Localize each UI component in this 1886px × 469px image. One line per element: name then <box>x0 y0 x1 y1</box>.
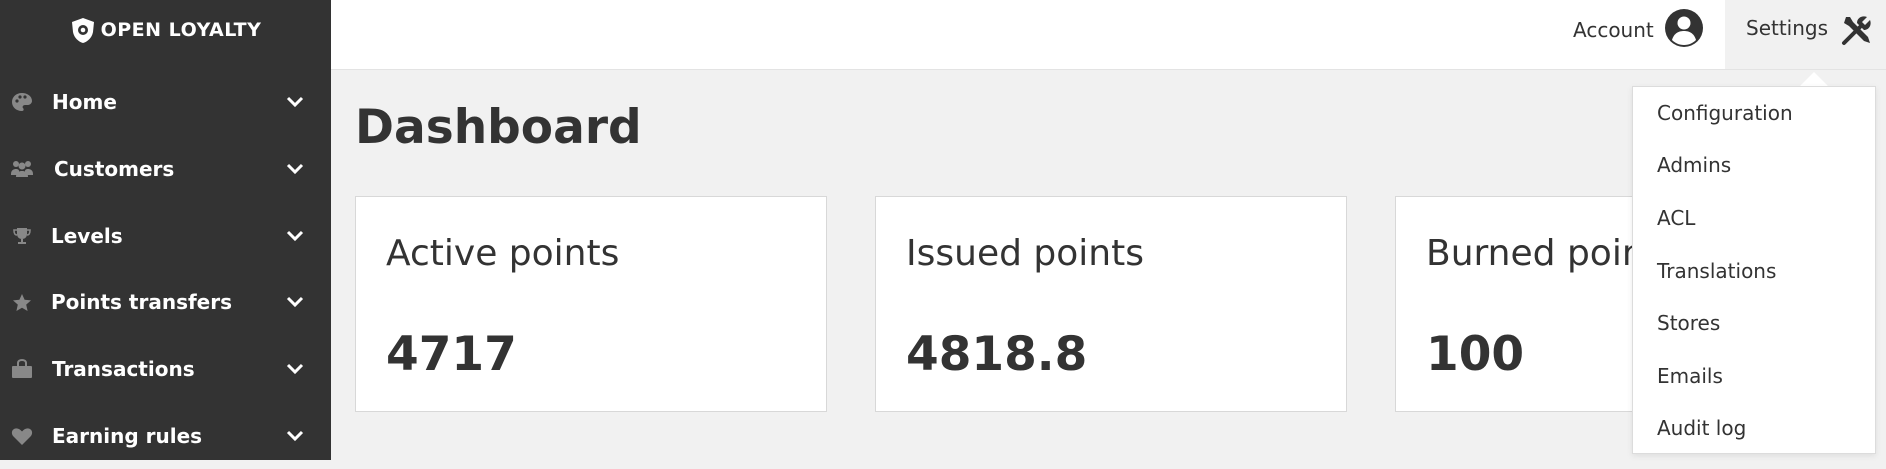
shield-logo-icon <box>70 16 96 44</box>
card-title: Issued points <box>906 233 1144 274</box>
account-label: Account <box>1573 17 1654 42</box>
menu-item-audit-log[interactable]: Audit log <box>1657 416 1746 440</box>
chevron-down-icon[interactable] <box>284 291 306 313</box>
sidebar-item-label: Transactions <box>52 357 195 381</box>
card-value: 4717 <box>386 327 517 382</box>
sidebar-item-earning-rules[interactable]: Earning rules <box>0 403 331 469</box>
sidebar-item-points-transfers[interactable]: Points transfers <box>0 269 331 335</box>
menu-item-emails[interactable]: Emails <box>1657 364 1723 388</box>
stat-card-active-points: Active points 4717 <box>355 196 827 412</box>
brand-logo[interactable]: OPEN LOYALTY <box>0 12 331 48</box>
sidebar-item-label: Earning rules <box>52 424 203 448</box>
chevron-down-icon[interactable] <box>284 225 306 247</box>
sidebar: OPEN LOYALTY Home Customers Levels Point… <box>0 0 331 460</box>
page-title: Dashboard <box>355 100 642 155</box>
card-title: Active points <box>386 233 620 274</box>
user-circle-icon[interactable] <box>1664 8 1704 48</box>
star-icon <box>10 290 34 314</box>
settings-label: Settings <box>1746 16 1829 40</box>
menu-item-stores[interactable]: Stores <box>1657 311 1720 335</box>
heart-icon <box>10 424 34 448</box>
stat-card-issued-points: Issued points 4818.8 <box>875 196 1347 412</box>
menu-item-configuration[interactable]: Configuration <box>1657 101 1793 125</box>
sidebar-item-transactions[interactable]: Transactions <box>0 336 331 402</box>
sidebar-item-label: Levels <box>51 224 123 248</box>
sidebar-item-label: Customers <box>54 157 175 181</box>
trophy-icon <box>10 224 34 248</box>
card-value: 4818.8 <box>906 327 1088 382</box>
chevron-down-icon[interactable] <box>284 425 306 447</box>
chevron-down-icon[interactable] <box>284 158 306 180</box>
chevron-down-icon[interactable] <box>284 358 306 380</box>
menu-item-admins[interactable]: Admins <box>1657 153 1731 177</box>
sidebar-item-home[interactable]: Home <box>0 69 331 135</box>
card-value: 100 <box>1426 327 1525 382</box>
sidebar-item-levels[interactable]: Levels <box>0 203 331 269</box>
sidebar-item-customers[interactable]: Customers <box>0 136 331 202</box>
tools-icon[interactable] <box>1840 13 1874 47</box>
sidebar-item-label: Points transfers <box>51 290 233 314</box>
shopping-bag-icon <box>10 357 34 381</box>
menu-item-translations[interactable]: Translations <box>1657 259 1776 283</box>
brand-name: OPEN LOYALTY <box>100 19 262 41</box>
menu-item-acl[interactable]: ACL <box>1657 206 1695 230</box>
sidebar-item-label: Home <box>52 90 117 114</box>
palette-icon <box>10 90 34 114</box>
users-icon <box>10 157 34 181</box>
settings-dropdown: Configuration Admins ACL Translations St… <box>1632 86 1876 454</box>
dropdown-caret <box>1800 72 1828 86</box>
settings-menu[interactable]: Settings <box>1725 0 1886 69</box>
account-menu[interactable]: Account <box>1552 0 1724 59</box>
chevron-down-icon[interactable] <box>284 91 306 113</box>
